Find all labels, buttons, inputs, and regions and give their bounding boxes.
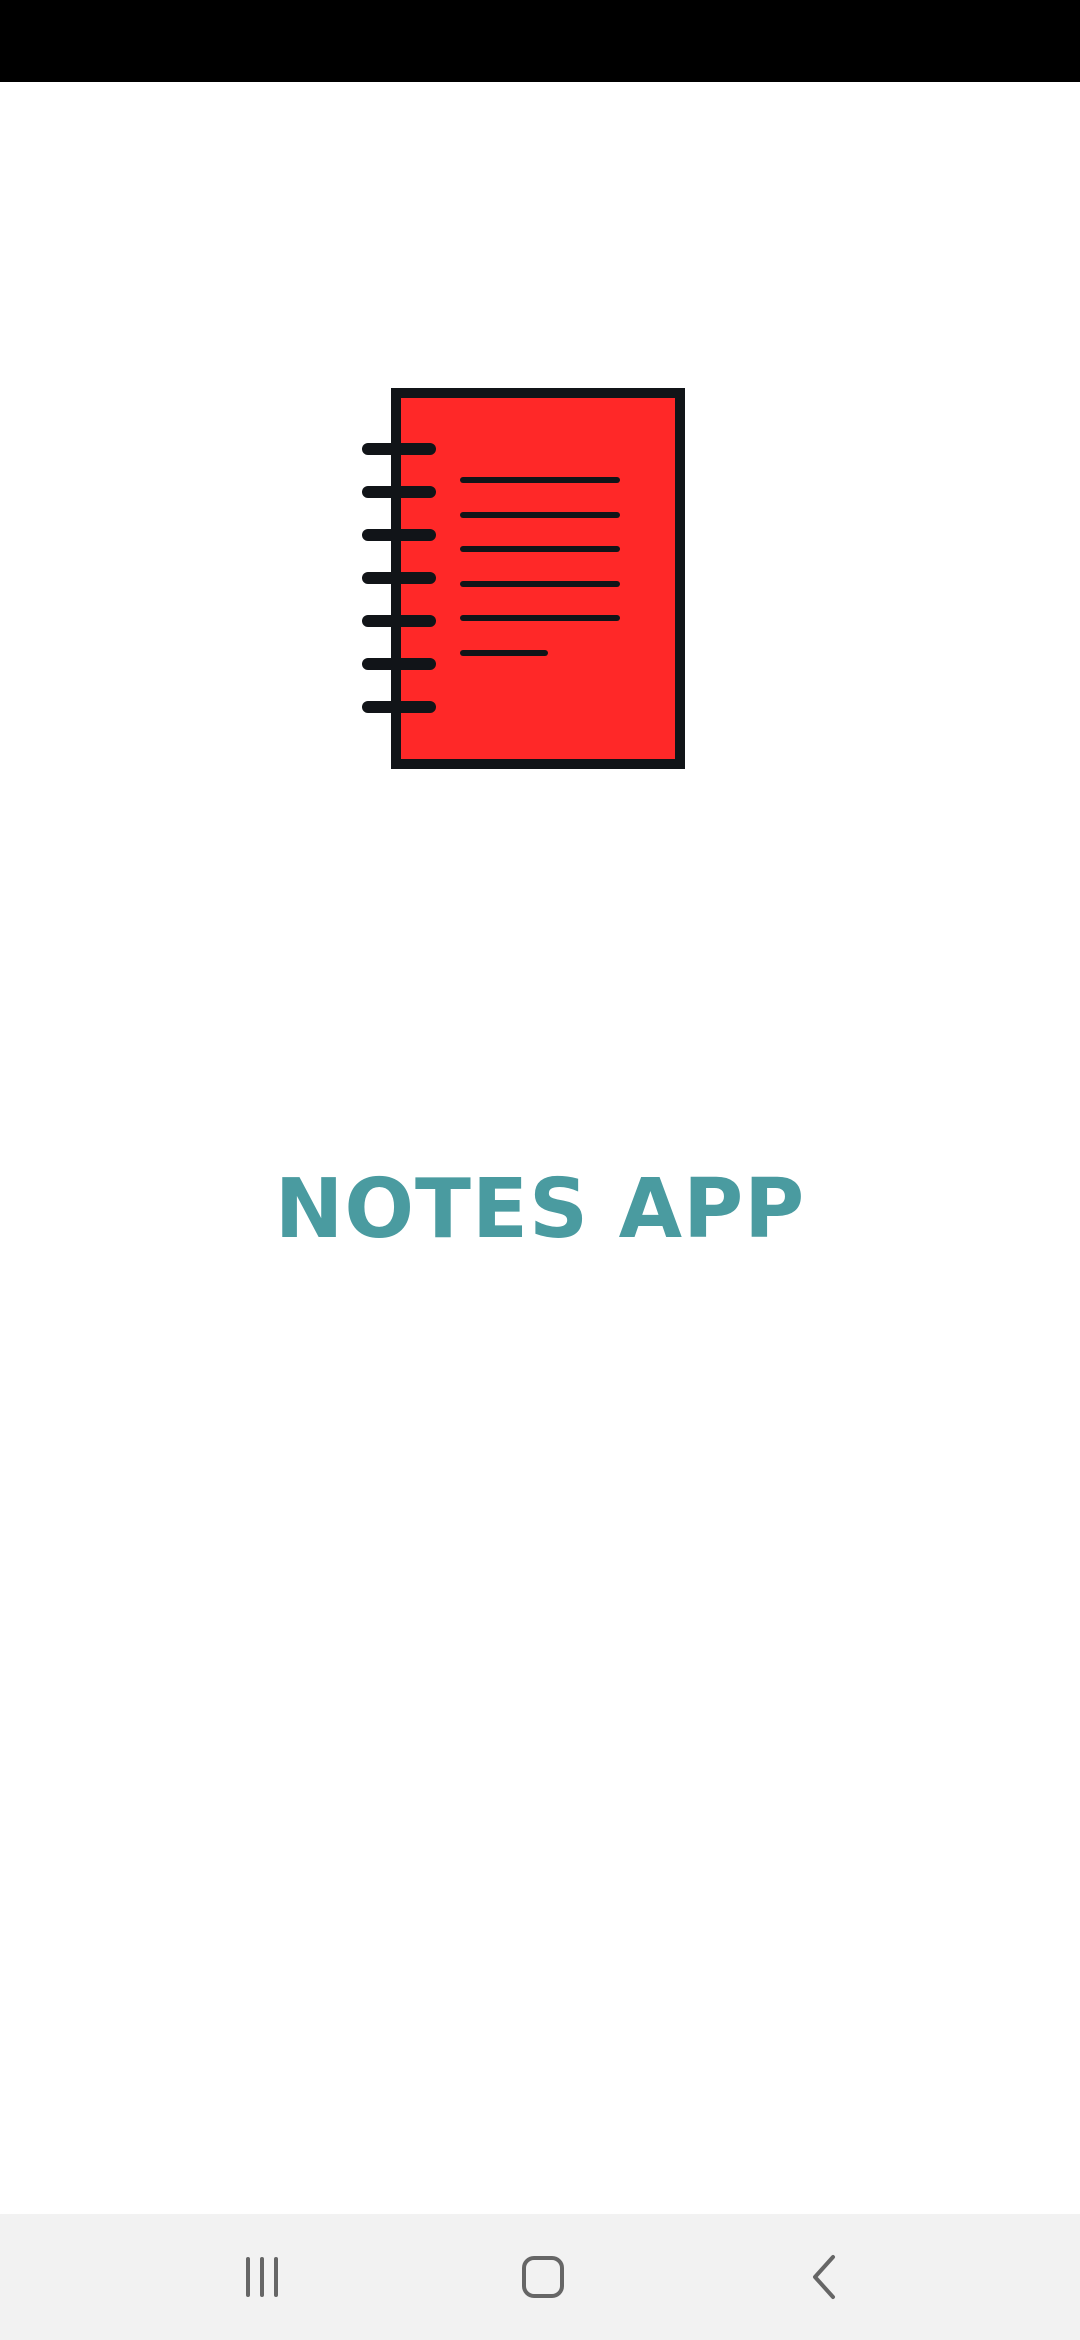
status-bar <box>0 0 1080 82</box>
app-title: NOTES APP <box>274 1162 806 1257</box>
home-icon <box>522 2256 564 2298</box>
recents-button[interactable] <box>162 2214 362 2340</box>
home-button[interactable] <box>443 2214 643 2340</box>
spiral-notebook-icon <box>362 388 685 769</box>
back-button[interactable] <box>725 2214 925 2340</box>
app-logo <box>360 388 690 770</box>
recent-apps-icon <box>246 2257 278 2297</box>
navigation-bar <box>0 2214 1080 2340</box>
back-icon <box>813 2255 835 2299</box>
splash-screen: NOTES APP <box>0 0 1080 2340</box>
